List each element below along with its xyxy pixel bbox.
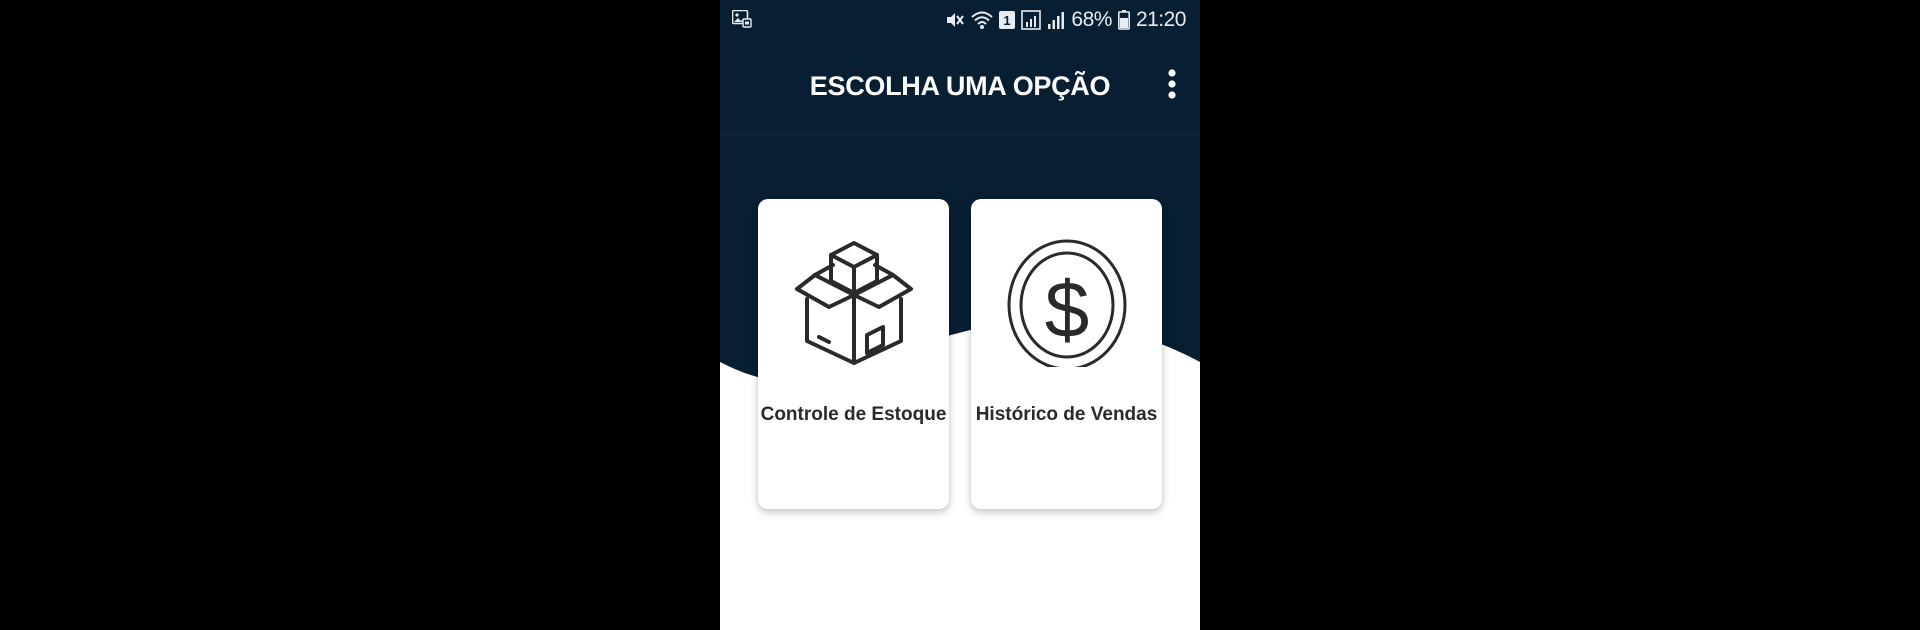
phone-screen: 1 68% 21:20 ESCOLHA UMA OPÇÃO Controle d… — [720, 0, 1200, 630]
page-title: ESCOLHA UMA OPÇÃO — [809, 71, 1111, 101]
option-card-historico-vendas[interactable]: $ Histórico de Vendas — [971, 199, 1162, 509]
option-card-controle-estoque[interactable]: Controle de Estoque — [758, 199, 949, 509]
svg-text:$: $ — [1044, 265, 1089, 354]
app-bar: ESCOLHA UMA OPÇÃO — [720, 40, 1200, 134]
option-label: Histórico de Vendas — [975, 404, 1158, 425]
signal-box-icon — [1021, 10, 1042, 30]
wifi-icon — [971, 11, 994, 29]
box-icon — [794, 241, 913, 365]
clock: 21:20 — [1135, 8, 1187, 31]
status-bar: 1 68% 21:20 — [720, 0, 1200, 40]
option-label: Controle de Estoque — [760, 404, 947, 425]
sim1-icon: 1 — [999, 11, 1016, 29]
gallery-notification-icon — [732, 10, 752, 28]
battery-percent: 68% — [1071, 8, 1112, 31]
status-icons: 1 68% 21:20 — [945, 6, 1187, 34]
dollar-coin-icon: $ — [1007, 239, 1126, 367]
more-options-button[interactable] — [1160, 64, 1184, 104]
more-vertical-icon — [1168, 69, 1176, 99]
svg-text:1: 1 — [1004, 13, 1011, 28]
signal-icon — [1048, 12, 1065, 29]
mute-icon — [947, 13, 965, 27]
battery-icon — [1117, 10, 1130, 30]
